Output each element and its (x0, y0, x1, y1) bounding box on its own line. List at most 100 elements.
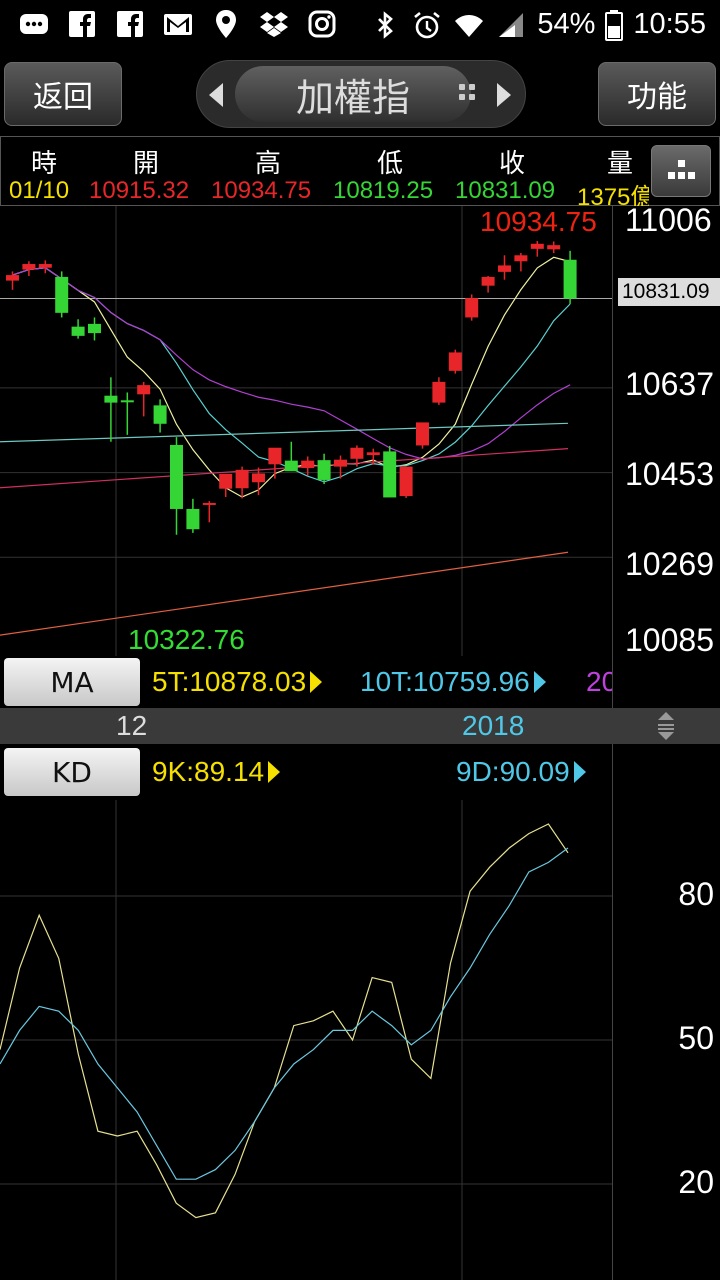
candle-body (317, 460, 331, 480)
candle-body (235, 469, 249, 489)
candle-body (416, 422, 429, 446)
value-high: 10934.75 (211, 177, 312, 204)
ma5-value: 5T:10878.03 (152, 666, 323, 698)
candle-body (514, 255, 528, 262)
ma60-line (0, 422, 569, 443)
candle-body (219, 473, 233, 489)
candle-body (350, 447, 364, 459)
clock: 10:55 (633, 8, 706, 40)
candle-body (71, 326, 85, 336)
message-icon (20, 14, 48, 34)
low-price-label: 10322.76 (128, 624, 245, 655)
instagram-icon (308, 10, 336, 38)
symbol-title[interactable]: 加權指 (235, 66, 471, 122)
candle-body (547, 245, 561, 250)
kd-button[interactable]: KD (4, 748, 140, 796)
ma-button[interactable]: MA (4, 658, 140, 706)
header-volume: 量 (607, 149, 634, 179)
candle-body (432, 381, 446, 403)
month-label: 12 (116, 710, 148, 741)
candle-body (481, 276, 495, 286)
header-open: 開 (133, 149, 160, 179)
candle-body (252, 473, 265, 483)
ma20-line (12, 267, 571, 460)
ma10-label: 10T:10759.96 (360, 666, 530, 697)
chart-area[interactable]: 11006 10637 10453 10269 10085 80 50 20 1… (0, 202, 720, 1280)
up-arrow-icon (310, 671, 323, 693)
date-axis[interactable]: 12 2018 (0, 708, 720, 744)
value-close: 10831.09 (455, 177, 556, 204)
candle-body (465, 298, 479, 318)
symbol-menu-icon[interactable] (459, 84, 475, 100)
up-arrow-icon (533, 671, 546, 693)
d-label: 9D:90.09 (456, 756, 570, 787)
candle-body (268, 447, 282, 465)
battery-icon (605, 9, 624, 41)
candle-body (498, 265, 511, 272)
candlestick-chart[interactable] (0, 206, 612, 656)
dropbox-icon (260, 12, 288, 37)
location-icon (216, 10, 236, 38)
price-tick: 10453 (625, 456, 714, 492)
candle-body (186, 508, 200, 530)
ma5-label: 5T:10878.03 (152, 666, 307, 697)
candle-body (22, 264, 36, 270)
header-close: 收 (499, 149, 526, 179)
facebook-icon (117, 11, 143, 37)
high-price-label: 10934.75 (480, 206, 597, 237)
value-open: 10915.32 (89, 177, 190, 204)
previous-symbol-arrow-icon[interactable] (209, 83, 223, 107)
candle-body (399, 466, 413, 497)
candle-body (301, 460, 315, 468)
up-arrow-icon (573, 761, 586, 783)
candle-body (202, 502, 216, 505)
wifi-icon (455, 14, 484, 37)
kd-chart[interactable] (0, 800, 612, 1280)
system-status: 54% 10:55 (369, 8, 706, 41)
kd-indicator-bar: KD 9K:89.14 9D:90.09 (0, 744, 612, 800)
candle-body (170, 444, 183, 509)
value-time: 01/10 (9, 177, 70, 204)
kd-tick: 80 (678, 876, 714, 912)
gmail-icon (164, 14, 192, 35)
k-value: 9K:89.14 (152, 756, 281, 788)
more-dot (678, 172, 685, 179)
d-value: 9D:90.09 (456, 756, 586, 788)
header-low: 低 (377, 149, 404, 179)
k-line (0, 823, 569, 1219)
ma20-value: 20 (586, 666, 612, 697)
next-symbol-arrow-icon[interactable] (497, 83, 511, 107)
current-price-badge: 10831.09 (618, 278, 720, 306)
bluetooth-icon (378, 10, 394, 39)
candle-body (563, 259, 577, 299)
value-low: 10819.25 (333, 177, 434, 204)
candle-body (104, 395, 118, 403)
signal-icon (499, 12, 524, 37)
more-dot (688, 172, 695, 179)
ma-indicator-bar: MA 5T:10878.03 10T:10759.96 20 (0, 656, 612, 708)
price-tick: 11006 (625, 202, 712, 238)
candle-body (55, 276, 69, 313)
up-arrow-icon (268, 761, 281, 783)
more-options-button[interactable] (651, 145, 711, 197)
function-button[interactable]: 功能 (598, 62, 716, 126)
resize-handle-icon[interactable] (656, 710, 676, 742)
top-nav-bar: 返回 加權指 功能 (0, 52, 720, 136)
kd-tick: 50 (678, 1020, 714, 1056)
quote-info-table: 時 開 高 低 收 量 01/10 10915.32 10934.75 1081… (0, 136, 720, 211)
d-line (0, 847, 569, 1180)
back-button[interactable]: 返回 (4, 62, 122, 126)
price-tick: 10269 (625, 546, 714, 582)
k-label: 9K:89.14 (152, 756, 265, 787)
candle-body (120, 400, 134, 403)
candle-body (137, 385, 151, 395)
more-dot (678, 160, 685, 167)
header-high: 高 (255, 149, 282, 179)
year-label: 2018 (462, 710, 525, 741)
facebook-icon (69, 11, 95, 37)
candle-body (366, 452, 380, 456)
kd-tick: 20 (678, 1164, 714, 1200)
battery-percent: 54% (537, 8, 596, 40)
header-time: 時 (31, 149, 58, 179)
candle-body (88, 323, 101, 334)
